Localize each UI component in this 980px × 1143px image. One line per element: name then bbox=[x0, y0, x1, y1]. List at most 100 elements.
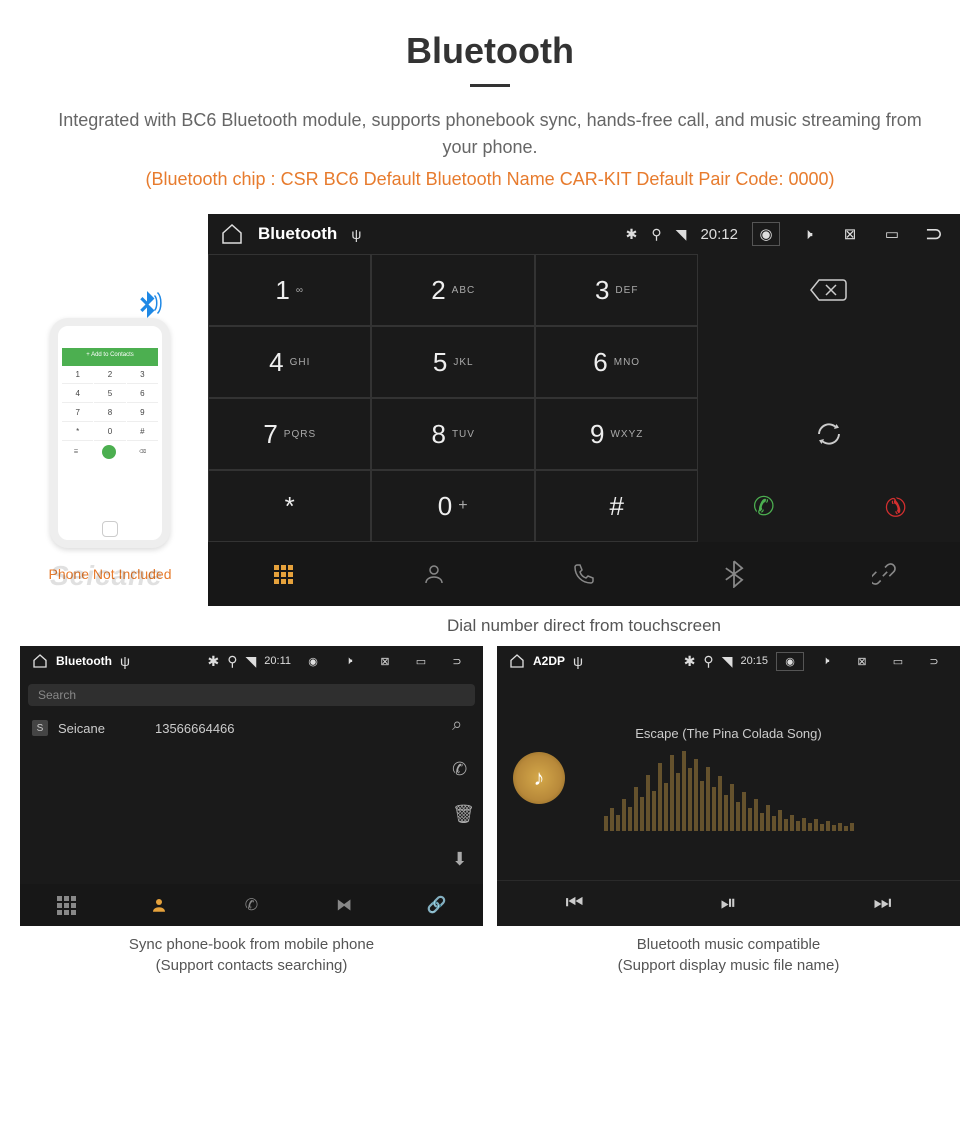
phone-key: 1 bbox=[62, 366, 93, 384]
recent-apps-icon[interactable]: ▭ bbox=[878, 225, 906, 243]
back-icon[interactable]: ⊃ bbox=[920, 655, 948, 668]
music-device: A2DP ψ ✱ ⚲ ◥ 20:15 ◉ 🕨 ⊠ ▭ ⊃ Escape (The… bbox=[497, 646, 960, 926]
close-icon[interactable]: ⊠ bbox=[836, 225, 864, 243]
key-3[interactable]: 3DEF bbox=[535, 254, 698, 326]
close-icon[interactable]: ⊠ bbox=[371, 655, 399, 668]
contacts-caption: Sync phone-book from mobile phone (Suppo… bbox=[20, 934, 483, 976]
key-7[interactable]: 7PQRS bbox=[208, 398, 371, 470]
phone-key: 7 bbox=[62, 404, 93, 422]
home-icon[interactable] bbox=[32, 653, 48, 669]
status-time: 20:11 bbox=[264, 655, 291, 667]
contact-name: Seicane bbox=[58, 721, 105, 736]
play-pause-button[interactable]: ⏯ bbox=[721, 892, 737, 915]
phone-mock-header: + Add to Contacts bbox=[62, 348, 158, 366]
key-1[interactable]: 1∞ bbox=[208, 254, 371, 326]
recent-apps-icon[interactable]: ▭ bbox=[407, 655, 435, 668]
music-caption: Bluetooth music compatible (Support disp… bbox=[497, 934, 960, 976]
contact-row[interactable]: S Seicane 13566664466 bbox=[28, 714, 475, 742]
tab-keypad[interactable] bbox=[208, 542, 358, 606]
contacts-list: S Seicane 13566664466 ⌕ ✆ 🗑 ⬇ bbox=[20, 714, 483, 884]
music-controls: ⏮ ⏯ ⏭ bbox=[497, 880, 960, 926]
status-time: 20:15 bbox=[740, 655, 768, 667]
close-icon[interactable]: ⊠ bbox=[848, 655, 876, 668]
bluetooth-icon: ✱ bbox=[208, 653, 220, 670]
camera-icon[interactable]: ◉ bbox=[752, 222, 780, 246]
key-4[interactable]: 4GHI bbox=[208, 326, 371, 398]
gps-icon: ⚲ bbox=[651, 226, 661, 243]
gps-icon: ⚲ bbox=[227, 653, 237, 670]
tab-keypad[interactable] bbox=[20, 884, 113, 926]
status-title: A2DP bbox=[533, 654, 565, 668]
tab-link[interactable] bbox=[810, 542, 960, 606]
search-input[interactable]: Search bbox=[28, 684, 475, 706]
status-time: 20:12 bbox=[700, 226, 738, 243]
phone-menu-icon: ☰ bbox=[74, 449, 78, 455]
key-hash[interactable]: # bbox=[535, 470, 698, 542]
back-icon[interactable]: ⊃ bbox=[920, 221, 948, 247]
wifi-icon: ◥ bbox=[722, 653, 733, 670]
key-6[interactable]: 6MNO bbox=[535, 326, 698, 398]
status-bar: Bluetooth ψ ✱ ⚲ ◥ 20:11 ◉ 🕨 ⊠ ▭ ⊃ bbox=[20, 646, 483, 676]
phone-key: 5 bbox=[94, 385, 125, 403]
back-icon[interactable]: ⊃ bbox=[443, 655, 471, 668]
tab-bluetooth[interactable] bbox=[659, 542, 809, 606]
status-bar: A2DP ψ ✱ ⚲ ◥ 20:15 ◉ 🕨 ⊠ ▭ ⊃ bbox=[497, 646, 960, 676]
mute-icon[interactable]: 🕨 bbox=[794, 226, 822, 243]
key-star[interactable]: * bbox=[208, 470, 371, 542]
key-2[interactable]: 2ABC bbox=[371, 254, 534, 326]
phone-key: 6 bbox=[127, 385, 158, 403]
tab-contacts[interactable] bbox=[358, 542, 508, 606]
side-empty bbox=[698, 326, 960, 398]
key-8[interactable]: 8TUV bbox=[371, 398, 534, 470]
home-icon[interactable] bbox=[509, 653, 525, 669]
bottom-tabs bbox=[208, 542, 960, 606]
title-underline bbox=[470, 84, 510, 87]
song-title: Escape (The Pina Colada Song) bbox=[635, 726, 821, 741]
home-icon[interactable] bbox=[220, 222, 244, 246]
phone-home-button bbox=[102, 521, 118, 537]
tab-calls[interactable] bbox=[509, 542, 659, 606]
phone-key: 0 bbox=[94, 423, 125, 441]
tab-link[interactable]: 🔗 bbox=[390, 884, 483, 926]
page-title: Bluetooth bbox=[0, 30, 980, 72]
tab-bluetooth[interactable]: ⧓ bbox=[298, 884, 391, 926]
contacts-device: Bluetooth ψ ✱ ⚲ ◥ 20:11 ◉ 🕨 ⊠ ▭ ⊃ Search… bbox=[20, 646, 483, 926]
search-icon[interactable]: ⌕ bbox=[452, 714, 475, 735]
call-button[interactable]: ✆ bbox=[698, 491, 829, 522]
key-9[interactable]: 9WXYZ bbox=[535, 398, 698, 470]
key-0[interactable]: 0+ bbox=[371, 470, 534, 542]
intro-text: Integrated with BC6 Bluetooth module, su… bbox=[40, 107, 940, 161]
call-icon[interactable]: ✆ bbox=[452, 759, 475, 780]
swap-button[interactable] bbox=[698, 398, 960, 470]
usb-icon: ψ bbox=[351, 226, 361, 242]
recent-apps-icon[interactable]: ▭ bbox=[884, 655, 912, 668]
brand-watermark: Seicane bbox=[50, 560, 163, 592]
camera-icon[interactable]: ◉ bbox=[299, 655, 327, 668]
phone-key: 9 bbox=[127, 404, 158, 422]
prev-track-button[interactable]: ⏮ bbox=[566, 892, 584, 915]
delete-icon[interactable]: 🗑 bbox=[452, 804, 475, 825]
phone-key: # bbox=[127, 423, 158, 441]
status-title: Bluetooth bbox=[56, 654, 112, 668]
mute-icon[interactable]: 🕨 bbox=[812, 655, 840, 668]
key-5[interactable]: 5JKL bbox=[371, 326, 534, 398]
music-body: Escape (The Pina Colada Song) ♪ bbox=[497, 676, 960, 880]
download-icon[interactable]: ⬇ bbox=[452, 849, 475, 870]
next-track-button[interactable]: ⏭ bbox=[874, 892, 892, 915]
equalizer-bars bbox=[604, 751, 854, 831]
tab-calls[interactable]: ✆ bbox=[205, 884, 298, 926]
phone-key: * bbox=[62, 423, 93, 441]
wifi-icon: ◥ bbox=[246, 653, 257, 670]
dialer-keypad: 1∞ 2ABC 3DEF 4GHI 5JKL 6MNO 7PQRS 8TUV 9… bbox=[208, 254, 960, 542]
phone-key: 8 bbox=[94, 404, 125, 422]
contact-number: 13566664466 bbox=[155, 721, 235, 736]
camera-icon[interactable]: ◉ bbox=[776, 652, 804, 671]
hangup-button[interactable]: ✆ bbox=[829, 491, 960, 522]
tab-contacts[interactable] bbox=[113, 884, 206, 926]
mute-icon[interactable]: 🕨 bbox=[335, 655, 363, 668]
contact-badge: S bbox=[32, 720, 48, 736]
backspace-button[interactable] bbox=[698, 254, 960, 326]
album-art-icon: ♪ bbox=[513, 752, 565, 804]
phone-key: 4 bbox=[62, 385, 93, 403]
phone-key: 2 bbox=[94, 366, 125, 384]
